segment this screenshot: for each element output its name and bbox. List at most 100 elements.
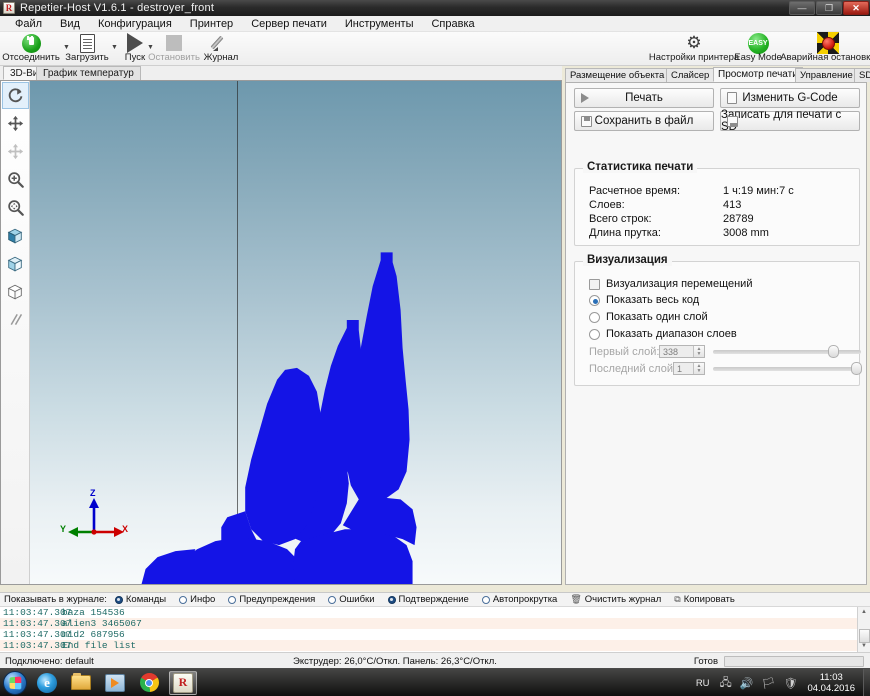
printer-settings-button[interactable]: ⚙ Настройки принтера xyxy=(649,33,739,63)
show-single-layer-radio[interactable] xyxy=(589,312,600,323)
gl-canvas[interactable]: Z X Y xyxy=(30,81,561,584)
rotate-tool-icon[interactable] xyxy=(1,82,29,109)
log-filter-warnings[interactable]: Предупреждения xyxy=(228,594,315,605)
taskbar-google-chrome[interactable] xyxy=(135,671,163,695)
log-button[interactable]: Журнал xyxy=(190,33,252,63)
network-icon[interactable]: 🖧 xyxy=(720,674,732,693)
scroll-down-icon[interactable]: ▼ xyxy=(858,641,870,652)
stop-icon xyxy=(166,33,182,53)
copy-button[interactable]: ⧉ Копировать xyxy=(674,594,735,605)
last-layer-slider-thumb[interactable] xyxy=(850,362,862,375)
menu-tools[interactable]: Инструменты xyxy=(336,16,423,32)
volume-icon[interactable]: 🔊 xyxy=(740,677,754,690)
show-desktop-button[interactable] xyxy=(863,669,870,696)
language-indicator[interactable]: RU xyxy=(696,678,710,689)
log-row[interactable]: 11:03:47.307 alien3 3465067 xyxy=(0,618,870,629)
antivirus-icon[interactable]: 🛡 xyxy=(783,677,797,690)
log-filter-commands[interactable]: Команды xyxy=(114,594,167,605)
save-to-file-button[interactable]: Сохранить в файл xyxy=(574,111,714,131)
pan-tool-icon[interactable] xyxy=(2,138,29,165)
log-filter-autoscroll[interactable]: Автопрокрутка xyxy=(481,594,557,605)
tab-temperature-graph[interactable]: График температур xyxy=(36,66,141,80)
print-button[interactable]: Печать xyxy=(574,88,714,108)
tab-slicer[interactable]: Слайсер xyxy=(666,68,715,82)
action-center-icon[interactable]: 🏳 xyxy=(762,677,776,690)
menu-printer[interactable]: Принтер xyxy=(181,16,242,32)
view-cube-half-icon[interactable] xyxy=(2,250,29,277)
log-filter-prefix: Показывать в журнале: xyxy=(4,594,107,605)
maximize-button[interactable]: ❐ xyxy=(816,1,842,15)
log-scrollbar[interactable]: ▲ ▼ xyxy=(857,607,870,652)
radio-icon xyxy=(387,595,396,604)
first-layer-stepper-icon[interactable]: ▲ ▼ xyxy=(693,346,704,357)
log-list[interactable]: 11:03:47.307 baza 154536 11:03:47.307 al… xyxy=(0,607,870,652)
show-layer-range-radio[interactable] xyxy=(589,329,600,340)
parallel-lines-icon[interactable] xyxy=(2,306,29,333)
log-filter-ack[interactable]: Подтверждение xyxy=(387,594,469,605)
clock-date: 04.04.2016 xyxy=(807,683,855,694)
windows-logo-icon xyxy=(9,676,22,689)
log-row[interactable]: 11:03:47.307 End file list xyxy=(0,640,870,651)
disconnect-button[interactable]: Отсоединить xyxy=(0,33,62,63)
emergency-stop-button[interactable]: Аварийная остановка xyxy=(780,32,870,63)
log-timestamp: 11:03:47.307 xyxy=(3,607,72,618)
menu-file[interactable]: Файл xyxy=(6,16,51,32)
media-player-icon xyxy=(105,673,125,692)
show-travel-moves-checkbox[interactable] xyxy=(589,279,600,290)
save-to-file-label: Сохранить в файл xyxy=(594,115,694,127)
pencil-icon xyxy=(211,33,231,53)
log-row[interactable]: 11:03:47.307 baza 154536 xyxy=(0,607,870,618)
zoom-fit-tool-icon[interactable] xyxy=(2,194,29,221)
log-filter-commands-label: Команды xyxy=(125,594,167,605)
minimize-button[interactable]: — xyxy=(789,1,815,15)
log-row[interactable]: 11:03:47.307 mid2 687956 xyxy=(0,629,870,640)
tab-object-placement[interactable]: Размещение объекта xyxy=(565,68,670,82)
easy-mode-button[interactable]: EASY Easy Mode xyxy=(733,32,783,63)
log-filter-errors[interactable]: Ошибки xyxy=(328,594,375,605)
first-layer-slider-thumb[interactable] xyxy=(828,345,840,358)
log-filter-info[interactable]: Инфо xyxy=(179,594,215,605)
tab-sd-card[interactable]: SD-карта xyxy=(854,68,870,82)
tab-print-preview[interactable]: Просмотр печати xyxy=(713,67,803,82)
window-title: Repetier-Host V1.6.1 - destroyer_front xyxy=(20,2,215,14)
menu-help[interactable]: Справка xyxy=(422,16,483,32)
start-button[interactable] xyxy=(3,670,27,695)
close-button[interactable]: ✕ xyxy=(843,1,869,15)
tab-control[interactable]: Управление xyxy=(795,68,858,82)
taskbar-clock[interactable]: 11:03 04.04.2016 xyxy=(807,672,855,694)
menu-print-server[interactable]: Сервер печати xyxy=(242,16,336,32)
3d-viewport[interactable]: Z X Y xyxy=(0,80,562,585)
first-layer-slider[interactable] xyxy=(713,345,861,358)
radio-icon xyxy=(228,595,237,604)
taskbar-repetier-host[interactable]: R xyxy=(169,670,197,695)
document-icon xyxy=(79,33,95,53)
emergency-stop-icon xyxy=(817,32,839,54)
scroll-up-icon[interactable]: ▲ xyxy=(858,607,870,618)
first-layer-label: Первый слой: xyxy=(589,346,660,358)
taskbar-media-player[interactable] xyxy=(101,671,129,695)
last-layer-stepper-icon[interactable]: ▲ ▼ xyxy=(693,363,704,374)
windows-taskbar: e R RU 🖧 🔊 🏳 🛡 11:03 04.04.2016 xyxy=(0,668,870,696)
last-layer-value: 1 xyxy=(677,363,683,374)
repetier-host-window: R Repetier-Host V1.6.1 - destroyer_front… xyxy=(0,0,870,696)
zoom-in-tool-icon[interactable] xyxy=(2,166,29,193)
edit-gcode-button[interactable]: Изменить G-Code xyxy=(720,88,860,108)
move-tool-icon[interactable] xyxy=(2,110,29,137)
total-lines-value: 28789 xyxy=(723,213,754,225)
clear-log-button[interactable]: 🗑 Очистить журнал xyxy=(570,594,661,605)
first-layer-spinner[interactable]: 338 ▲ ▼ xyxy=(659,345,705,358)
view-cube-filled-icon[interactable] xyxy=(2,222,29,249)
menu-configuration[interactable]: Конфигурация xyxy=(89,16,181,32)
layers-value: 413 xyxy=(723,199,742,211)
taskbar-file-explorer[interactable] xyxy=(67,671,95,695)
menu-view[interactable]: Вид xyxy=(51,16,89,32)
clear-log-label: Очистить журнал xyxy=(584,594,662,605)
statistics-title: Статистика печати xyxy=(583,161,698,173)
last-layer-spinner[interactable]: 1 ▲ ▼ xyxy=(673,362,705,375)
save-for-sd-button[interactable]: Записать для печати с SD xyxy=(720,109,860,133)
last-layer-slider[interactable] xyxy=(713,362,862,375)
view-cube-wire-icon[interactable] xyxy=(2,278,29,305)
taskbar-internet-explorer[interactable]: e xyxy=(33,671,61,695)
copy-label: Копировать xyxy=(683,594,735,605)
show-all-code-radio[interactable] xyxy=(589,295,600,306)
